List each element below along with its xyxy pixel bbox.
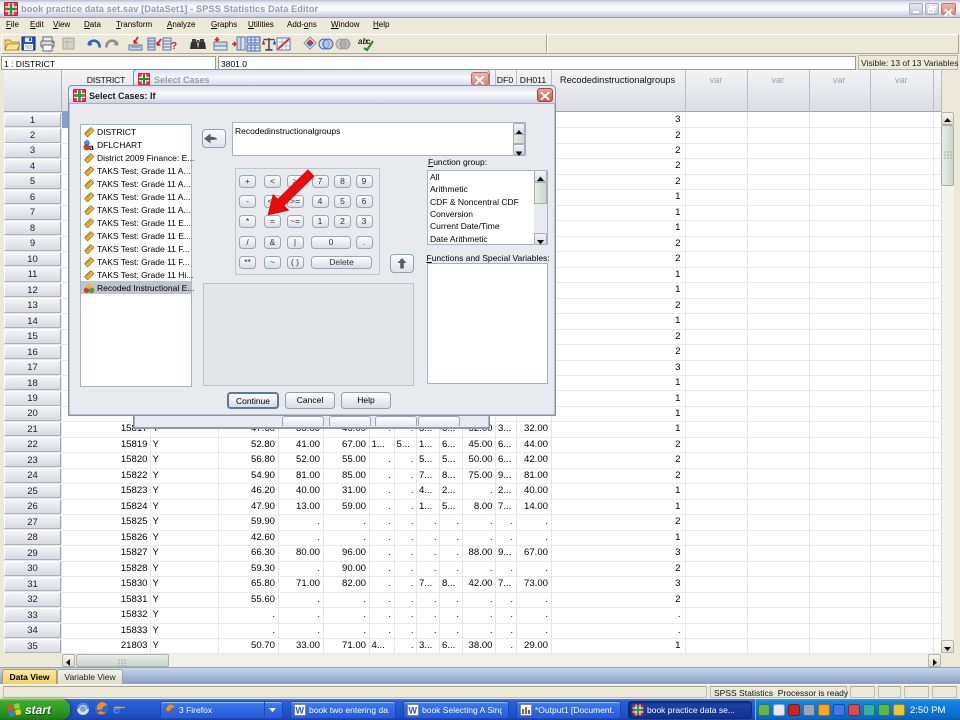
- svg-text:a: a: [89, 142, 94, 151]
- svg-text:e: e: [113, 701, 121, 716]
- svg-text:?: ?: [171, 41, 177, 52]
- svg-text:W: W: [409, 705, 418, 715]
- svg-text:W: W: [296, 705, 305, 715]
